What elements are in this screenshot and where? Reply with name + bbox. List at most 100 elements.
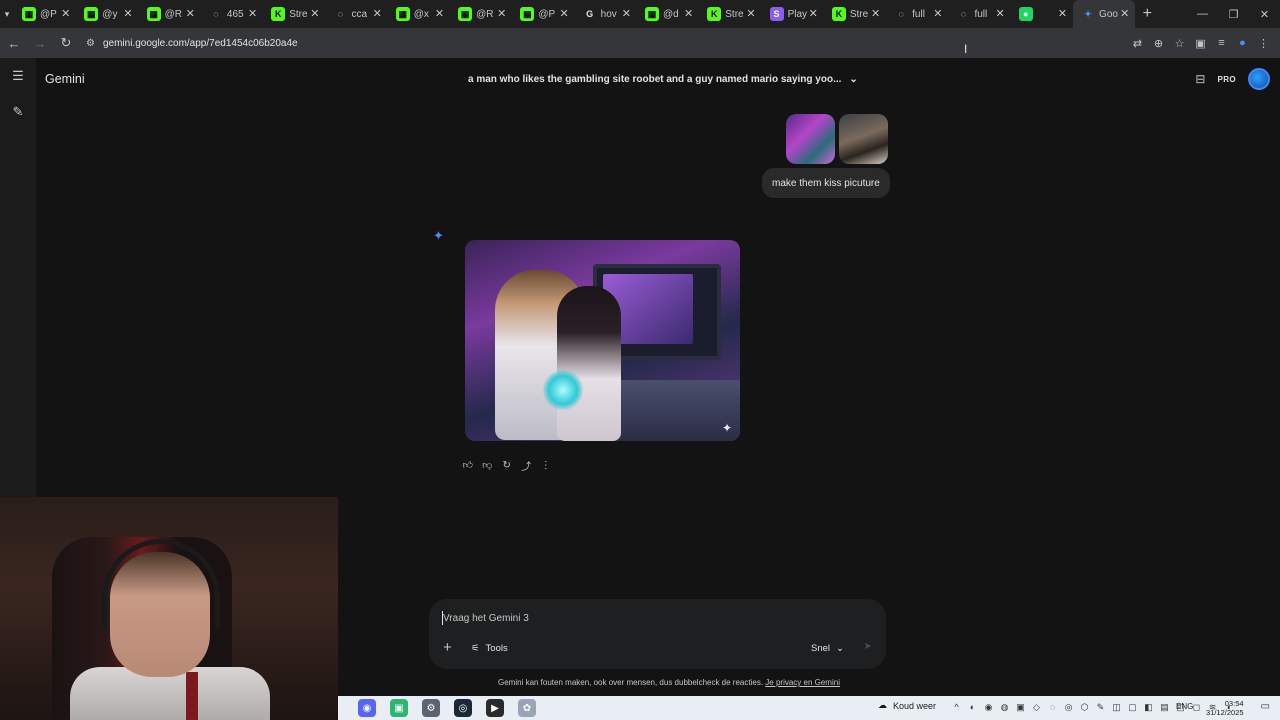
- new-tab-button[interactable]: +: [1135, 5, 1159, 23]
- tab-title: Goo: [1099, 8, 1118, 20]
- notifications-icon[interactable]: ▭: [1261, 701, 1270, 712]
- browser-tab[interactable]: K Stre ✕: [263, 0, 325, 28]
- browser-menu-icon[interactable]: ⋮: [1253, 31, 1274, 55]
- forward-icon[interactable]: →: [28, 31, 52, 55]
- main-menu-icon[interactable]: ☰: [0, 58, 36, 94]
- prompt-input[interactable]: Vraag het Gemini 3: [443, 613, 529, 624]
- tab-search-icon[interactable]: ▾: [0, 0, 14, 28]
- extensions-icon[interactable]: ▣: [1190, 31, 1211, 55]
- browser-tab[interactable]: ▦ @P ✕: [14, 0, 76, 28]
- privacy-link[interactable]: Je privacy en Gemini: [765, 678, 840, 687]
- tray-app-icon[interactable]: ⬡: [1078, 700, 1091, 714]
- brand-title[interactable]: Gemini: [45, 72, 85, 86]
- address-bar[interactable]: ⚙ gemini.google.com/app/7ed1454c06b20a4e: [86, 32, 298, 54]
- more-options-icon[interactable]: ⋮: [536, 456, 556, 474]
- close-tab-icon[interactable]: ✕: [123, 7, 132, 20]
- share-icon[interactable]: ⤴: [517, 456, 537, 474]
- close-tab-icon[interactable]: ✕: [373, 7, 382, 20]
- weather-widget[interactable]: ☁ Koud weer: [878, 700, 936, 711]
- steam-icon[interactable]: ◎: [454, 699, 472, 717]
- tray-app-icon[interactable]: ▤: [1158, 700, 1171, 714]
- attachment-thumbnail[interactable]: [786, 114, 835, 164]
- profile-icon[interactable]: ●: [1232, 31, 1253, 55]
- tools-button[interactable]: ⚟ Tools: [471, 643, 508, 654]
- reload-icon[interactable]: ↻: [54, 31, 78, 55]
- tray-app-icon[interactable]: ◉: [982, 700, 995, 714]
- media-player-icon[interactable]: ▶: [486, 699, 504, 717]
- close-window-icon[interactable]: ✕: [1249, 0, 1280, 28]
- tray-app-icon[interactable]: ◫: [1110, 700, 1123, 714]
- tray-app-icon[interactable]: ✎: [1094, 700, 1107, 714]
- spotify-taskbar-icon[interactable]: ▣: [390, 699, 408, 717]
- discord-icon[interactable]: ◉: [358, 699, 376, 717]
- close-tab-icon[interactable]: ✕: [809, 7, 818, 20]
- avatar[interactable]: [1248, 68, 1270, 90]
- close-tab-icon[interactable]: ✕: [996, 7, 1005, 20]
- regenerate-icon[interactable]: ↻: [497, 456, 517, 474]
- browser-tab[interactable]: K Stre ✕: [824, 0, 886, 28]
- browser-tab[interactable]: ▦ @d ✕: [637, 0, 699, 28]
- close-tab-icon[interactable]: ✕: [310, 7, 319, 20]
- browser-tab[interactable]: ◌ full ✕: [886, 0, 948, 28]
- attachment-thumbnail[interactable]: [839, 114, 888, 164]
- browser-tab[interactable]: ▦ @R ✕: [139, 0, 201, 28]
- browser-tab[interactable]: S Play ✕: [762, 0, 824, 28]
- translate-icon[interactable]: ⇄: [1127, 31, 1148, 55]
- zoom-icon[interactable]: ⊕: [1148, 31, 1169, 55]
- model-mode-selector[interactable]: Snel ⌄: [811, 643, 844, 654]
- browser-tab[interactable]: K Stre ✕: [699, 0, 761, 28]
- url-text[interactable]: gemini.google.com/app/7ed1454c06b20a4e: [103, 38, 298, 49]
- browser-tab[interactable]: ◌ cca ✕: [325, 0, 387, 28]
- prompt-composer[interactable]: Vraag het Gemini 3 + ⚟ Tools Snel ⌄ ➤: [429, 599, 886, 669]
- browser-tab[interactable]: ✦ Goo ✕: [1073, 0, 1136, 28]
- browser-tab[interactable]: ▦ @P ✕: [512, 0, 574, 28]
- clock[interactable]: 03:54 31/12/2025: [1206, 699, 1244, 717]
- close-tab-icon[interactable]: ✕: [61, 7, 70, 20]
- close-tab-icon[interactable]: ✕: [1120, 7, 1129, 20]
- tray-app-icon[interactable]: ▣: [1014, 700, 1027, 714]
- close-tab-icon[interactable]: ✕: [248, 7, 257, 20]
- tray-app-icon[interactable]: ◍: [998, 700, 1011, 714]
- close-tab-icon[interactable]: ✕: [186, 7, 195, 20]
- tray-app-icon[interactable]: ◇: [1030, 700, 1043, 714]
- settings-icon[interactable]: ⚙: [422, 699, 440, 717]
- browser-tab[interactable]: ● ✕: [1011, 0, 1073, 28]
- tray-app-icon[interactable]: ◐: [966, 700, 979, 714]
- temporary-chat-icon[interactable]: ⊟: [1195, 72, 1205, 86]
- restore-icon[interactable]: ❐: [1218, 0, 1249, 28]
- browser-tab[interactable]: ▦ @x ✕: [388, 0, 450, 28]
- close-tab-icon[interactable]: ✕: [622, 7, 631, 20]
- close-tab-icon[interactable]: ✕: [933, 7, 942, 20]
- tray-app-icon[interactable]: ▢: [1126, 700, 1139, 714]
- tray-chevron-icon[interactable]: ^: [950, 700, 963, 714]
- browser-tab[interactable]: ▦ @y ✕: [76, 0, 138, 28]
- bookmark-star-icon[interactable]: ☆: [1169, 31, 1190, 55]
- close-tab-icon[interactable]: ✕: [684, 7, 693, 20]
- close-tab-icon[interactable]: ✕: [559, 7, 568, 20]
- close-tab-icon[interactable]: ✕: [746, 7, 755, 20]
- close-tab-icon[interactable]: ✕: [497, 7, 506, 20]
- tray-app-icon[interactable]: ◧: [1142, 700, 1155, 714]
- media-controls-icon[interactable]: ≡: [1211, 31, 1232, 55]
- browser-tab[interactable]: Ghov ✕: [575, 0, 637, 28]
- conversation-title[interactable]: a man who likes the gambling site roobet…: [468, 74, 858, 85]
- language-indicator[interactable]: ENG: [1176, 702, 1193, 711]
- close-tab-icon[interactable]: ✕: [435, 7, 444, 20]
- thumbs-up-icon[interactable]: 👍︎: [458, 456, 478, 474]
- app-icon[interactable]: ✿: [518, 699, 536, 717]
- tray-app-icon[interactable]: ◎: [1062, 700, 1075, 714]
- browser-tab[interactable]: ▦ @R ✕: [450, 0, 512, 28]
- back-icon[interactable]: ←: [2, 31, 26, 55]
- browser-tab[interactable]: ◌ full ✕: [948, 0, 1010, 28]
- generated-image[interactable]: ✦: [465, 240, 740, 441]
- close-tab-icon[interactable]: ✕: [871, 7, 880, 20]
- new-chat-icon[interactable]: ✎: [0, 94, 36, 130]
- minimize-icon[interactable]: —: [1187, 0, 1218, 28]
- tray-app-icon[interactable]: ◌: [1046, 700, 1059, 714]
- browser-tab[interactable]: ◌ 465 ✕: [201, 0, 263, 28]
- site-info-icon[interactable]: ⚙: [86, 38, 95, 49]
- thumbs-down-icon[interactable]: 👎︎: [478, 456, 498, 474]
- close-tab-icon[interactable]: ✕: [1058, 7, 1067, 20]
- add-attachment-icon[interactable]: +: [443, 639, 452, 656]
- send-icon[interactable]: ➤: [864, 641, 872, 652]
